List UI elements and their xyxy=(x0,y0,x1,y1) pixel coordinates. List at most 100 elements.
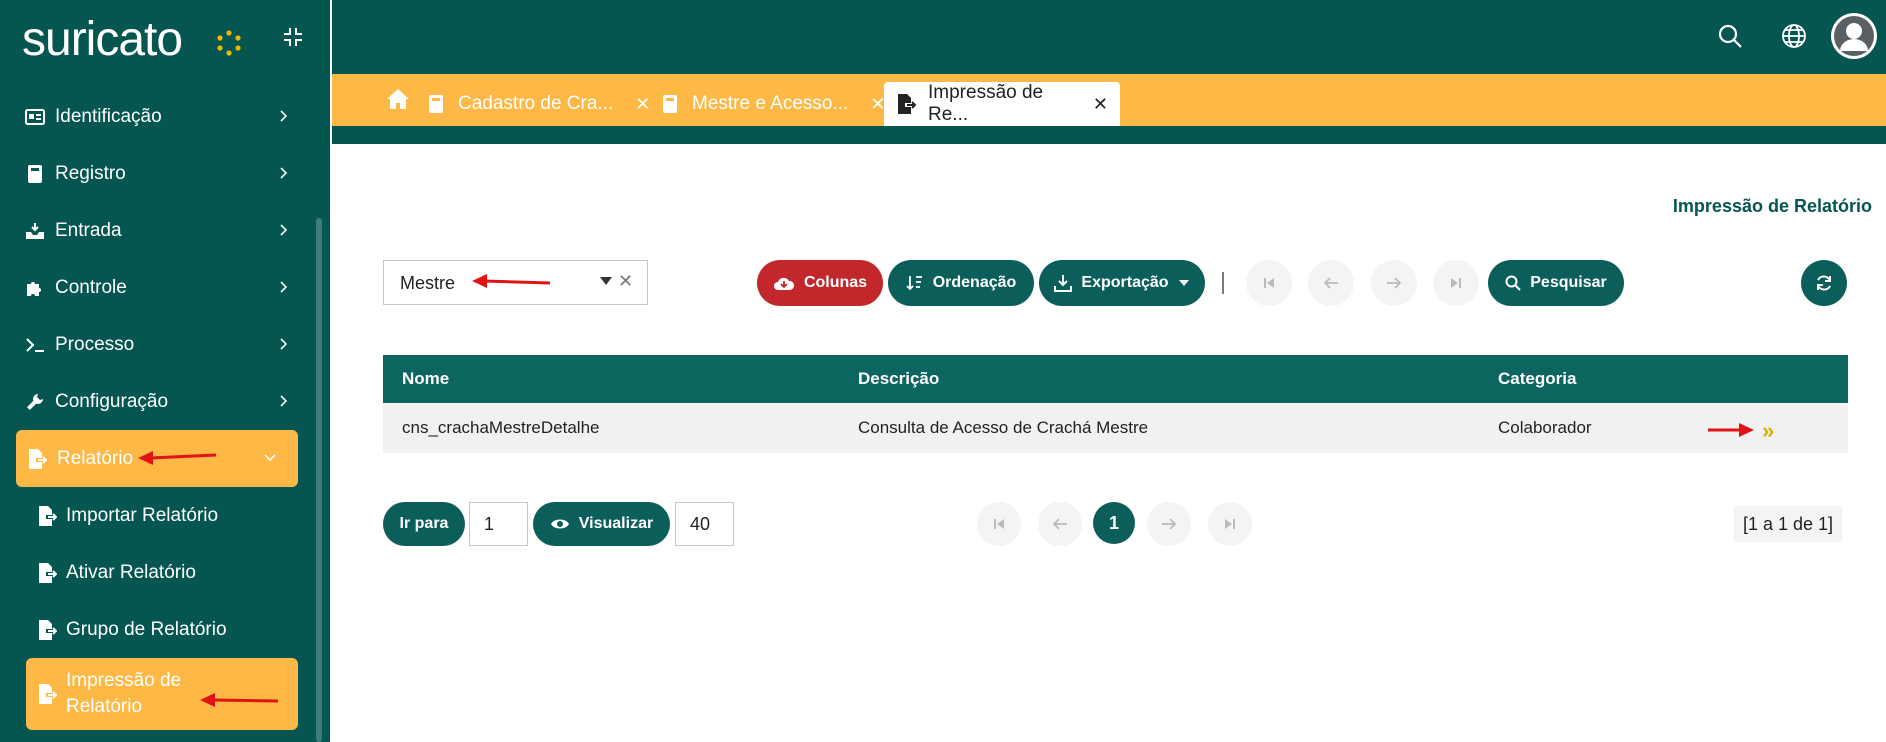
sidebar-item-configuracao[interactable]: Configuração xyxy=(0,373,312,430)
cell-descricao: Consulta de Acesso de Crachá Mestre xyxy=(839,403,1479,453)
refresh-button[interactable] xyxy=(1801,260,1847,306)
previous-record-button[interactable] xyxy=(1308,260,1354,306)
globe-icon[interactable] xyxy=(1776,18,1812,54)
book-icon xyxy=(660,93,680,115)
skip-last-icon xyxy=(1225,519,1235,529)
annotation-arrow-icon xyxy=(472,274,551,288)
pager-previous-button[interactable] xyxy=(1038,502,1082,546)
sort-button[interactable]: Ordenação xyxy=(888,260,1034,306)
sidebar-subitem-ativar-relatorio[interactable]: Ativar Relatório xyxy=(0,544,312,601)
file-export-icon xyxy=(36,504,58,528)
sort-icon xyxy=(906,276,922,291)
sidebar-item-identificacao[interactable]: Identificação xyxy=(0,88,312,145)
cell-nome: cns_crachaMestreDetalhe xyxy=(383,403,839,453)
dropdown-caret-icon[interactable] xyxy=(600,277,612,285)
caret-down-icon xyxy=(1178,280,1189,286)
chevron-right-icon xyxy=(274,220,294,240)
arrow-left-icon xyxy=(1323,277,1338,289)
collapse-sidebar-icon[interactable] xyxy=(278,26,308,56)
skip-first-icon xyxy=(1264,278,1274,288)
tab-impressao-de-relatorio[interactable]: Impressão de Re... ✕ xyxy=(884,82,1120,126)
export-button[interactable]: Exportação xyxy=(1039,260,1205,306)
pager-next-button[interactable] xyxy=(1147,502,1191,546)
next-record-button[interactable] xyxy=(1371,260,1417,306)
pager-last-button[interactable] xyxy=(1208,502,1252,546)
sidebar-item-entrada[interactable]: Entrada xyxy=(0,202,312,259)
pager-first-button[interactable] xyxy=(977,502,1021,546)
column-header-descricao[interactable]: Descrição xyxy=(839,355,1479,403)
home-icon[interactable] xyxy=(386,88,412,112)
tab-label: Cadastro de Cra... xyxy=(458,93,614,114)
tab-close-icon[interactable]: ✕ xyxy=(635,94,650,115)
logo-dots-icon xyxy=(217,30,241,56)
sidebar-menu: Identificação Registro Entrada Controle … xyxy=(0,88,312,730)
cell-categoria: Colaborador xyxy=(1479,403,1848,453)
toolbar-divider xyxy=(1222,272,1224,294)
terminal-icon xyxy=(24,334,46,356)
download-icon xyxy=(1054,275,1073,292)
page-size-input[interactable]: 40 xyxy=(675,502,734,546)
sidebar-item-label: Configuração xyxy=(55,390,169,412)
chevron-right-icon xyxy=(274,391,294,411)
sidebar-subitem-grupo-de-relatorio[interactable]: Grupo de Relatório xyxy=(0,601,312,658)
button-label: Colunas xyxy=(803,274,868,291)
tab-bar: Cadastro de Cra... ✕ Mestre e Acesso... … xyxy=(332,74,1886,126)
columns-button[interactable]: Colunas xyxy=(757,260,883,306)
sidebar-item-processo[interactable]: Processo xyxy=(0,316,312,373)
tab-bar-underline xyxy=(332,126,1886,144)
button-label: Exportação xyxy=(1081,274,1169,291)
sidebar-scrollbar[interactable] xyxy=(316,218,322,742)
first-record-button[interactable] xyxy=(1246,260,1292,306)
page-title: Impressão de Relatório xyxy=(1672,196,1872,216)
button-label: Pesquisar xyxy=(1530,274,1607,291)
goto-page-input[interactable]: 1 xyxy=(469,502,528,546)
puzzle-icon xyxy=(24,277,46,299)
book-icon xyxy=(426,93,446,115)
wrench-icon xyxy=(24,391,46,413)
file-export-icon xyxy=(36,561,58,585)
skip-last-icon xyxy=(1451,278,1461,288)
tab-close-icon[interactable]: ✕ xyxy=(1093,94,1108,115)
search-button[interactable]: Pesquisar xyxy=(1488,260,1624,306)
annotation-arrow-icon xyxy=(138,451,217,465)
sidebar-subitem-label: Importar Relatório xyxy=(66,504,219,526)
open-report-icon[interactable]: » xyxy=(1762,418,1774,444)
sidebar-subitem-label: Grupo de Relatório xyxy=(66,618,227,640)
search-icon[interactable] xyxy=(1712,18,1748,54)
button-label: Ir para xyxy=(399,515,449,532)
file-export-icon xyxy=(896,93,916,115)
tab-cadastro-de-cracha[interactable]: Cadastro de Cra... ✕ xyxy=(426,82,650,126)
chevron-down-icon xyxy=(260,448,280,468)
chevron-right-icon xyxy=(274,334,294,354)
user-avatar-icon[interactable] xyxy=(1828,10,1880,62)
sidebar-subitem-label: Impressão de Relatório xyxy=(66,668,181,720)
goto-page-button[interactable]: Ir para xyxy=(383,502,465,546)
cloud-download-icon xyxy=(773,277,794,290)
annotation-arrow-icon xyxy=(1708,423,1754,437)
view-button[interactable]: Visualizar xyxy=(533,502,670,546)
sidebar-item-registro[interactable]: Registro xyxy=(0,145,312,202)
table-header-row: Nome Descrição Categoria xyxy=(383,355,1848,403)
file-export-icon xyxy=(36,682,58,706)
chevron-right-icon xyxy=(274,106,294,126)
logo: suricato xyxy=(22,10,241,70)
table-row[interactable]: cns_crachaMestreDetalhe Consulta de Aces… xyxy=(383,403,1848,453)
sidebar-item-label: Processo xyxy=(55,333,135,355)
logo-text: suricato xyxy=(22,13,183,66)
sidebar-subitem-label: Ativar Relatório xyxy=(66,561,196,583)
sidebar-subitem-importar-relatorio[interactable]: Importar Relatório xyxy=(0,487,312,544)
tab-label: Impressão de Re... xyxy=(928,82,1044,125)
arrow-left-icon xyxy=(1052,518,1067,530)
select-value: Mestre xyxy=(400,273,456,293)
sidebar-item-controle[interactable]: Controle xyxy=(0,259,312,316)
book-icon xyxy=(24,163,46,185)
pager-page-button[interactable]: 1 xyxy=(1093,502,1135,544)
chevron-right-icon xyxy=(274,277,294,297)
tab-mestre-e-acesso[interactable]: Mestre e Acesso... ✕ xyxy=(660,82,885,126)
column-header-categoria[interactable]: Categoria xyxy=(1479,355,1848,403)
label-line: Relatório xyxy=(66,696,143,717)
column-header-nome[interactable]: Nome xyxy=(383,355,839,403)
last-record-button[interactable] xyxy=(1433,260,1479,306)
refresh-icon xyxy=(1817,275,1831,291)
clear-icon[interactable]: ✕ xyxy=(618,271,633,292)
